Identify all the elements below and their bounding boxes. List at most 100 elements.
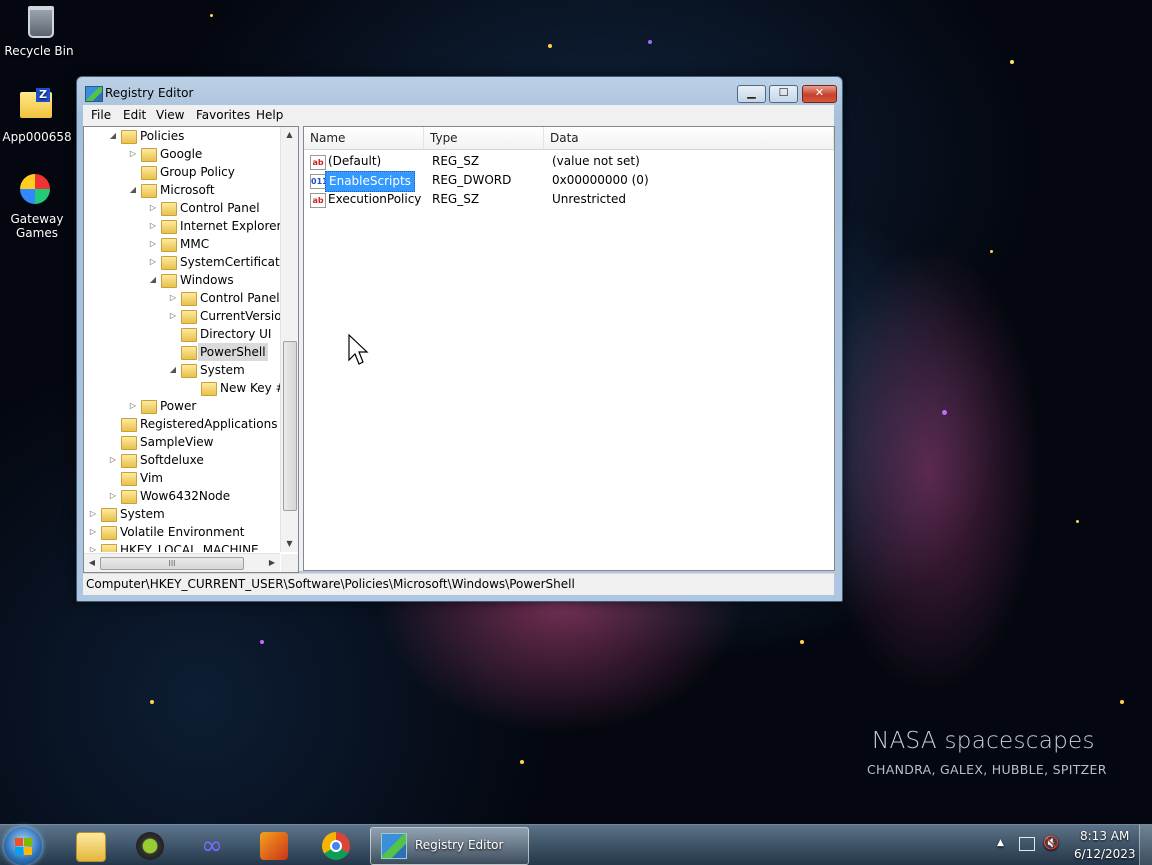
tree-item-label: Policies bbox=[140, 129, 185, 143]
show-desktop-button[interactable] bbox=[1139, 825, 1152, 865]
tree-item-label: CurrentVersion bbox=[200, 309, 280, 323]
taskbar-app-infinity[interactable]: ∞ bbox=[186, 828, 238, 862]
star bbox=[520, 760, 524, 764]
scroll-up-arrow-icon[interactable]: ▲ bbox=[281, 127, 298, 143]
folder-icon bbox=[141, 400, 157, 414]
show-hidden-icons-arrow[interactable]: ▲ bbox=[997, 838, 1004, 848]
star bbox=[548, 44, 552, 48]
star bbox=[1120, 700, 1124, 704]
values-list[interactable]: Name Type Data ab (Default) REG_SZ (value n… bbox=[303, 126, 835, 571]
infinity-icon: ∞ bbox=[201, 831, 223, 861]
g-app-icon bbox=[136, 832, 164, 860]
tree-item-label: HKEY_LOCAL_MACHINE bbox=[120, 543, 259, 552]
registry-editor-icon bbox=[85, 86, 103, 102]
gateway-games-icon bbox=[20, 174, 54, 208]
folder-icon bbox=[141, 166, 157, 180]
tree-expander-icon[interactable]: ▷ bbox=[168, 289, 178, 307]
menu-file[interactable]: File bbox=[91, 108, 111, 122]
value-type: REG_DWORD bbox=[432, 173, 512, 187]
recycle-bin-icon bbox=[22, 6, 56, 40]
taskbar-item-label: Registry Editor bbox=[415, 838, 504, 852]
maximize-button[interactable]: ☐ bbox=[769, 85, 798, 103]
tree-expander-icon[interactable]: ▷ bbox=[108, 487, 118, 505]
value-row[interactable]: ab (Default) REG_SZ (value not set) bbox=[304, 152, 834, 171]
network-icon[interactable] bbox=[1019, 837, 1035, 851]
value-row[interactable]: 011 EnableScripts REG_DWORD 0x00000000 (0) bbox=[304, 171, 834, 192]
start-button[interactable] bbox=[4, 827, 42, 865]
tree-scroll-thumb[interactable] bbox=[283, 341, 297, 511]
tree-item-label: Control Panel bbox=[180, 201, 260, 215]
tree-item-label: Directory UI bbox=[200, 327, 272, 341]
wallpaper-subtitle: CHANDRA, GALEX, HUBBLE, SPITZER bbox=[867, 762, 1107, 777]
desktop-icon-gateway-games[interactable]: Gateway Games bbox=[0, 172, 74, 240]
registry-editor-icon bbox=[381, 833, 407, 859]
folder-icon bbox=[141, 148, 157, 162]
value-row[interactable]: ab ExecutionPolicy REG_SZ Unrestricted bbox=[304, 190, 834, 209]
folder-icon bbox=[76, 832, 106, 862]
tree-expander-icon[interactable]: ◢ bbox=[148, 271, 158, 289]
tree-expander-icon[interactable]: ▷ bbox=[168, 307, 178, 325]
tree-expander-icon[interactable]: ◢ bbox=[108, 127, 118, 145]
tree-hscroll-thumb[interactable]: III bbox=[100, 557, 244, 570]
scroll-right-arrow-icon[interactable]: ▶ bbox=[264, 554, 280, 572]
windows-logo-icon bbox=[15, 838, 23, 846]
scroll-down-arrow-icon[interactable]: ▼ bbox=[281, 536, 298, 552]
taskbar-app-media[interactable] bbox=[248, 828, 300, 862]
tree-item-label: Windows bbox=[180, 273, 234, 287]
tree-expander-icon[interactable]: ▷ bbox=[148, 199, 158, 217]
column-header-name[interactable]: Name bbox=[304, 127, 424, 149]
media-app-icon bbox=[260, 832, 288, 860]
menu-help[interactable]: Help bbox=[256, 108, 283, 122]
tree-expander-icon[interactable]: ▷ bbox=[128, 397, 138, 415]
value-data: (value not set) bbox=[552, 154, 640, 168]
taskbar-chrome[interactable] bbox=[310, 828, 362, 862]
menu-view[interactable]: View bbox=[156, 108, 184, 122]
star bbox=[150, 700, 154, 704]
folder-icon bbox=[161, 238, 177, 252]
folder-icon bbox=[161, 202, 177, 216]
tree-expander-icon[interactable]: ◢ bbox=[168, 361, 178, 379]
close-button[interactable]: ✕ bbox=[802, 85, 837, 103]
key-tree[interactable]: ◢ Policies ▷ Google Group Policy ◢ Microsoft ▷ C… bbox=[83, 126, 299, 573]
registry-editor-window[interactable]: Registry Editor ▁ ☐ ✕ File Edit View Fav… bbox=[76, 76, 843, 602]
taskbar-registry-editor[interactable]: Registry Editor bbox=[370, 827, 529, 865]
folder-icon bbox=[121, 436, 137, 450]
tree-expander-icon[interactable]: ▷ bbox=[128, 145, 138, 163]
tree-expander-icon[interactable]: ▷ bbox=[88, 523, 98, 541]
tree-expander-icon[interactable]: ▷ bbox=[148, 217, 158, 235]
menu-edit[interactable]: Edit bbox=[123, 108, 146, 122]
folder-icon bbox=[161, 256, 177, 270]
tree-expander-icon[interactable]: ▷ bbox=[108, 451, 118, 469]
tree-expander-icon[interactable]: ▷ bbox=[148, 235, 158, 253]
column-header-type[interactable]: Type bbox=[424, 127, 544, 149]
tree-expander-icon[interactable]: ▷ bbox=[88, 541, 98, 552]
tree-horizontal-scrollbar[interactable]: ◀ III ▶ bbox=[84, 553, 280, 572]
minimize-button[interactable]: ▁ bbox=[737, 85, 766, 103]
value-type: REG_SZ bbox=[432, 154, 480, 168]
tree-expander-icon[interactable]: ◢ bbox=[128, 181, 138, 199]
taskbar-explorer[interactable] bbox=[64, 828, 116, 862]
column-header-data[interactable]: Data bbox=[544, 127, 834, 149]
desktop-icon-label: Gateway Games bbox=[10, 212, 64, 240]
clock-date[interactable]: 6/12/2023 bbox=[1074, 847, 1136, 861]
value-name: EnableScripts bbox=[325, 171, 415, 192]
star bbox=[648, 40, 652, 44]
window-client: ◢ Policies ▷ Google Group Policy ◢ Microsoft ▷ C… bbox=[83, 125, 835, 573]
taskbar: ∞ Registry Editor ▲ 🔇 8:13 AM 6/12/2023 bbox=[0, 824, 1152, 865]
desktop-icon-app000658[interactable]: Z App000658 bbox=[0, 88, 74, 144]
volume-muted-icon[interactable]: 🔇 bbox=[1043, 836, 1059, 851]
taskbar-app-g[interactable] bbox=[124, 828, 176, 862]
menu-favorites[interactable]: Favorites bbox=[196, 108, 250, 122]
star bbox=[1076, 520, 1079, 523]
desktop-icon-label: Recycle Bin bbox=[4, 44, 74, 58]
star bbox=[800, 640, 804, 644]
tree-expander-icon[interactable]: ▷ bbox=[88, 505, 98, 523]
folder-icon bbox=[181, 364, 197, 378]
desktop-icon-recycle-bin[interactable]: Recycle Bin bbox=[2, 6, 76, 58]
clock-time[interactable]: 8:13 AM bbox=[1080, 829, 1129, 843]
scroll-left-arrow-icon[interactable]: ◀ bbox=[84, 554, 100, 572]
tree-vertical-scrollbar[interactable]: ▲ ▼ bbox=[280, 127, 298, 552]
tree-item-label: Internet Explorer bbox=[180, 219, 280, 233]
tree-expander-icon[interactable]: ▷ bbox=[148, 253, 158, 271]
title-bar[interactable]: Registry Editor ▁ ☐ ✕ bbox=[77, 77, 842, 107]
